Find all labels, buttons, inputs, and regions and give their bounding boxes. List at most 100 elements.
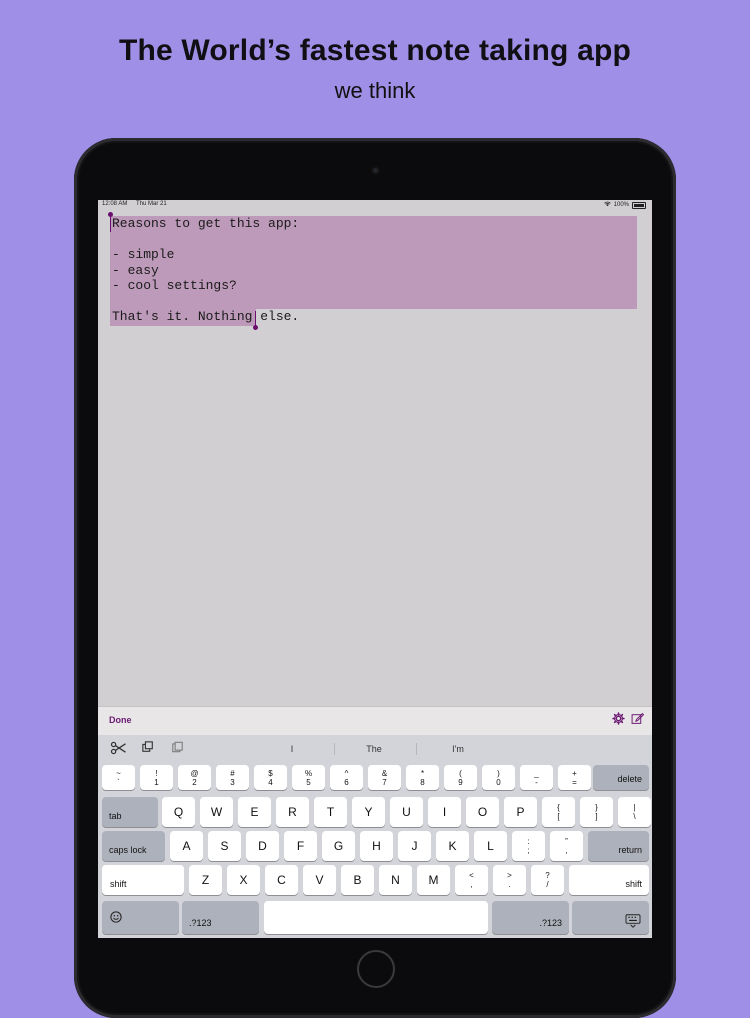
letter-key[interactable]: S (208, 831, 241, 861)
number-key[interactable]: ~ ` (102, 765, 135, 790)
key-label-bottom: 1 (154, 777, 159, 787)
key-label-bottom: - (535, 777, 538, 787)
symbol-key[interactable]: ? / (531, 865, 564, 895)
letter-key[interactable]: H (360, 831, 393, 861)
number-key[interactable]: #3 (216, 765, 249, 790)
copy-icon[interactable] (142, 741, 154, 755)
letter-key[interactable]: Z (189, 865, 222, 895)
letter-key[interactable]: Y (352, 797, 385, 827)
symbol-key[interactable]: <, (455, 865, 488, 895)
selection-end-handle[interactable] (253, 325, 258, 330)
number-key[interactable]: ! 1 (140, 765, 173, 790)
emoji-icon (110, 910, 122, 925)
key-label: shift (110, 879, 127, 889)
paste-icon[interactable] (172, 741, 183, 755)
key-label-top: & (381, 768, 388, 778)
letter-key[interactable]: R (276, 797, 309, 827)
number-key[interactable]: _ - (520, 765, 553, 790)
letter-key[interactable]: K (436, 831, 469, 861)
gear-icon[interactable] (612, 712, 626, 726)
symbol-key[interactable]: :; (512, 831, 545, 861)
letter-key[interactable]: X (227, 865, 260, 895)
note-text[interactable]: Reasons to get this app: - simple - easy… (112, 216, 299, 325)
letter-key[interactable]: Q (162, 797, 195, 827)
symbol-key[interactable]: | \ (618, 797, 651, 827)
letter-key[interactable]: P (504, 797, 537, 827)
suggestion-1[interactable]: I (252, 744, 332, 754)
key-label-top: ” (565, 837, 568, 846)
symbol-key[interactable]: ”, (550, 831, 583, 861)
key-label: D (258, 839, 267, 853)
done-button[interactable]: Done (109, 715, 132, 725)
key-label-bottom: 8 (420, 777, 425, 787)
letter-key[interactable]: W (200, 797, 233, 827)
letter-key[interactable]: N (379, 865, 412, 895)
key-label: U (402, 805, 411, 819)
numbers-key-right[interactable]: .?123 (492, 901, 569, 934)
letter-key[interactable]: M (417, 865, 450, 895)
letter-key[interactable]: D (246, 831, 279, 861)
letter-key[interactable]: V (303, 865, 336, 895)
keyboard-dismiss-key[interactable] (572, 901, 649, 934)
letter-key[interactable]: B (341, 865, 374, 895)
letter-key[interactable]: F (284, 831, 317, 861)
key-label-top: $ (268, 768, 273, 778)
number-key[interactable]: ) 0 (482, 765, 515, 790)
status-date: Thu Mar 21 (136, 201, 167, 207)
letter-key[interactable]: L (474, 831, 507, 861)
number-key[interactable]: & 7 (368, 765, 401, 790)
numbers-key-left[interactable]: .?123 (182, 901, 259, 934)
number-key[interactable]: * 8 (406, 765, 439, 790)
suggestion-2[interactable]: The (334, 744, 414, 754)
symbol-key[interactable]: }] (580, 797, 613, 827)
key-label-bottom: \ (633, 812, 636, 821)
return-key[interactable]: return (588, 831, 649, 861)
number-key[interactable]: % 5 (292, 765, 325, 790)
delete-key[interactable]: delete (593, 765, 649, 790)
status-time: 12:08 AM (102, 201, 128, 207)
letter-key[interactable]: I (428, 797, 461, 827)
emoji-key[interactable] (102, 901, 179, 934)
key-label-top: { (557, 803, 560, 812)
key-label-top: ! (155, 768, 158, 778)
symbol-key[interactable]: {[ (542, 797, 575, 827)
letter-key[interactable]: E (238, 797, 271, 827)
number-key[interactable]: + = (558, 765, 591, 790)
letter-key[interactable]: J (398, 831, 431, 861)
caps-lock-key[interactable]: caps lock (102, 831, 165, 861)
letter-key[interactable]: T (314, 797, 347, 827)
key-label-bottom: 4 (268, 777, 273, 787)
key-label: V (315, 873, 324, 887)
key-label: G (333, 839, 344, 853)
key-label-bottom: , (470, 880, 473, 889)
shift-key-left[interactable]: shift (102, 865, 184, 895)
number-key[interactable]: $4 (254, 765, 287, 790)
home-button[interactable] (357, 950, 395, 988)
key-label: tab (109, 811, 122, 821)
battery-percent: 100% (613, 202, 629, 208)
note-editor[interactable]: Reasons to get this app: - simple - easy… (98, 210, 652, 706)
space-bar[interactable] (264, 901, 488, 934)
key-label: P (516, 805, 525, 819)
letter-key[interactable]: A (170, 831, 203, 861)
key-label: J (411, 839, 418, 853)
key-label: return (618, 845, 642, 855)
letter-key[interactable]: O (466, 797, 499, 827)
key-label-top: + (572, 768, 577, 778)
tab-key[interactable]: tab (102, 797, 158, 827)
subheadline: we think (334, 78, 416, 103)
number-key[interactable]: (9 (444, 765, 477, 790)
symbol-key[interactable]: >. (493, 865, 526, 895)
shift-key-right[interactable]: shift (569, 865, 649, 895)
cut-icon[interactable] (110, 741, 127, 755)
number-key[interactable]: ^ 6 (330, 765, 363, 790)
letter-key[interactable]: U (390, 797, 423, 827)
key-label-bottom: 5 (306, 777, 311, 787)
compose-icon[interactable] (631, 712, 645, 726)
letter-key[interactable]: G (322, 831, 355, 861)
letter-key[interactable]: C (265, 865, 298, 895)
suggestion-3[interactable]: I'm (418, 744, 498, 754)
number-key[interactable]: @2 (178, 765, 211, 790)
on-screen-keyboard: I The I'm ~ `! 1 @2 #3 $4% 5 ^ 6 & 7 * 8(9) 0 _ - + = dele… (98, 735, 652, 938)
key-label: K (448, 839, 457, 853)
